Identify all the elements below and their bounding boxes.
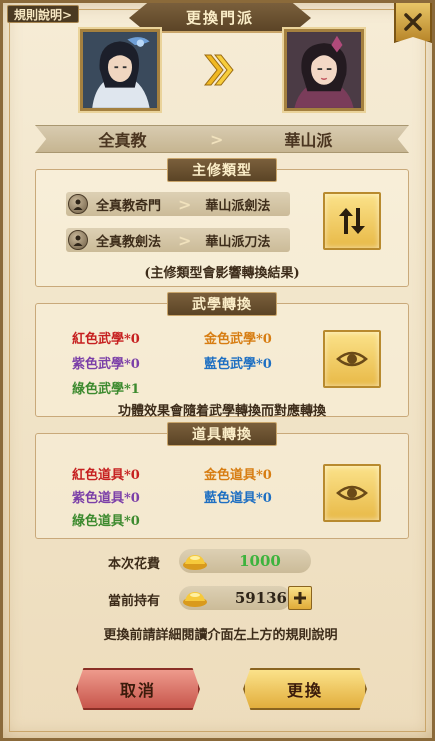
skill-separator: > (178, 230, 192, 250)
martial-conversion-title: 武學轉換 (167, 292, 277, 316)
from-sect-name: 全真教 (98, 131, 147, 150)
holding-value: 59136 (234, 589, 287, 607)
purple-item-count: 紫色道具*0 (72, 491, 140, 506)
huashan-character-avatar (287, 32, 361, 108)
skill-mapping-row: 全真教奇門 > 華山派劍法 (66, 192, 290, 216)
blue-martial-count: 藍色武學*0 (204, 357, 272, 372)
swap-arrows-icon (339, 208, 365, 234)
sect-transfer-row: 全真教 > 華山派 (35, 125, 409, 153)
purple-martial-count: 紫色武學*0 (72, 357, 140, 372)
close-button[interactable] (394, 3, 432, 43)
skill-separator: > (178, 194, 192, 214)
sect-separator: > (210, 129, 224, 149)
main-skill-section: 主修類型 全真教奇門 > 華山派劍法 全真教劍法 > 華山派刀法 (主修類型會影… (35, 158, 409, 287)
martial-conversion-section: 武學轉換 紅色武學*0 金色武學*0 紫色武學*0 藍色武學*0 綠色武學*1 … (35, 292, 409, 419)
swap-skills-button[interactable] (323, 192, 381, 250)
transfer-arrow-icon (203, 54, 234, 86)
skill-to: 華山派刀法 (205, 234, 271, 250)
red-martial-count: 紅色武學*0 (72, 332, 140, 347)
holding-display: 59136 (179, 586, 291, 610)
skill-emblem-icon (68, 194, 88, 214)
view-martial-button[interactable] (323, 330, 381, 388)
plus-icon (294, 592, 306, 604)
martial-conversion-note: 功體效果會隨着武學轉換而對應轉換 (117, 404, 326, 419)
holding-label: 當前持有 (108, 594, 161, 609)
red-item-count: 紅色道具*0 (72, 468, 140, 483)
eye-icon (336, 351, 368, 367)
to-sect-name: 華山派 (284, 131, 333, 150)
skill-mapping-row: 全真教劍法 > 華山派刀法 (66, 228, 290, 252)
quanzhen-character-avatar (83, 32, 157, 108)
gold-martial-count: 金色武學*0 (204, 332, 272, 347)
gold-ingot-icon (183, 555, 207, 570)
close-icon (404, 13, 422, 31)
cost-label: 本次花費 (108, 557, 161, 572)
cost-value: 1000 (239, 552, 281, 570)
green-martial-count: 綠色武學*1 (72, 382, 140, 397)
skill-emblem-icon (68, 230, 88, 250)
cancel-button[interactable]: 取消 (76, 668, 200, 710)
gold-ingot-icon (183, 592, 207, 607)
skill-from: 全真教劍法 (96, 234, 162, 250)
rules-warning: 更換前請詳細閱讀介面左上方的規則說明 (103, 628, 338, 643)
eye-icon (336, 485, 368, 501)
skill-to: 華山派劍法 (205, 198, 271, 214)
item-conversion-title: 道具轉換 (167, 422, 277, 446)
skill-from: 全真教奇門 (96, 198, 162, 214)
view-items-button[interactable] (323, 464, 381, 522)
main-skill-title: 主修類型 (167, 158, 277, 182)
rules-link[interactable]: 規則說明> (7, 5, 80, 23)
gold-item-count: 金色道具*0 (204, 468, 272, 483)
target-sect-portrait (284, 29, 364, 111)
confirm-change-button[interactable]: 更換 (243, 668, 367, 710)
blue-item-count: 藍色道具*0 (204, 491, 272, 506)
add-currency-button[interactable] (288, 586, 312, 610)
green-item-count: 綠色道具*0 (72, 514, 140, 529)
main-skill-note: (主修類型會影響轉換結果) (144, 266, 300, 281)
cost-display: 1000 (179, 549, 311, 573)
sect-change-panel: 規則說明> 更換門派 全真教 > 華山派 主修類型 全真教奇門 > 華山派劍法 … (0, 0, 435, 741)
current-sect-portrait (80, 29, 160, 111)
item-conversion-section: 道具轉換 紅色道具*0 金色道具*0 紫色道具*0 藍色道具*0 綠色道具*0 (35, 422, 409, 539)
